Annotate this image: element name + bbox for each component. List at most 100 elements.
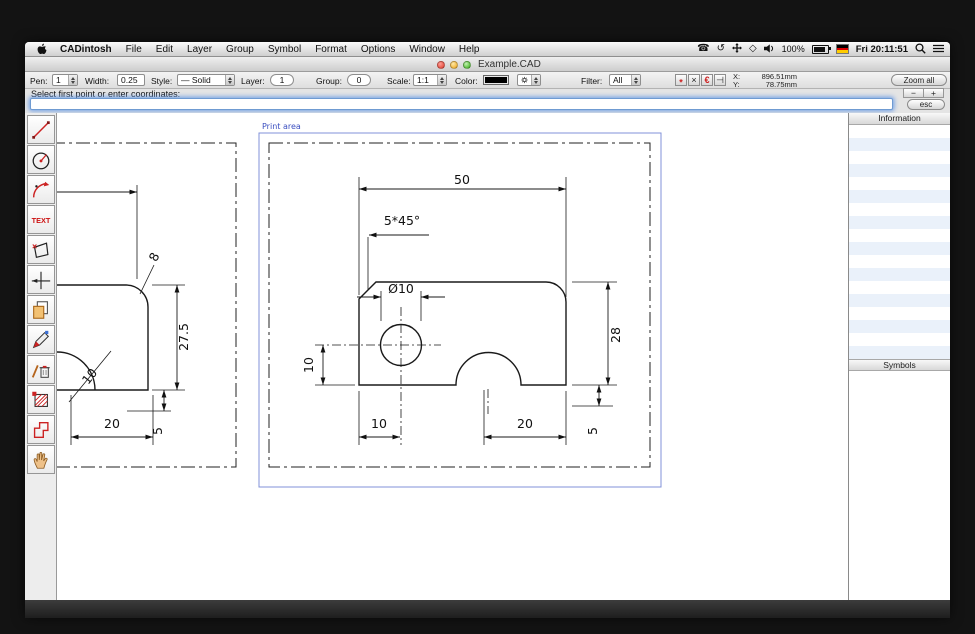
step-shape-icon [30,419,52,441]
text-icon: TEXT [30,209,52,231]
menu-symbol[interactable]: Symbol [261,44,308,55]
minimize-window-button[interactable] [450,61,458,69]
close-window-button[interactable] [437,61,445,69]
zoom-window-button[interactable] [463,61,471,69]
symbols-header[interactable]: Symbols [849,359,950,371]
sync-arrow-icon[interactable]: ↺ [717,44,725,54]
spotlight-icon[interactable] [915,43,926,56]
symbols-list[interactable] [849,371,950,599]
polyline-tool-button[interactable] [27,415,55,444]
dim-label-hole-y: 10 [301,357,316,373]
sheet-border-right [269,143,650,467]
line-icon [30,119,52,141]
dim-label-chamfer: 5*45° [384,213,420,228]
left-drawing: 8 27.5 10 20 5 [57,185,191,445]
line-tool-button[interactable] [27,115,55,144]
width-value: 0.25 [121,75,138,85]
circle-tool-button[interactable] [27,145,55,174]
copy-tool-button[interactable] [27,295,55,324]
desktop [25,600,950,618]
menu-format[interactable]: Format [308,44,354,55]
information-header[interactable]: Information [849,113,950,125]
cad-drawing: Print area 8 27.5 10 [57,113,849,600]
layer-field[interactable]: 1 [270,74,294,86]
dim-label-width: 20 [104,416,120,431]
dim-label-hole-x: 10 [371,416,387,431]
menu-file[interactable]: File [119,44,149,55]
menu-app-name[interactable]: CADintosh [53,44,119,55]
scale-select[interactable]: 1:1 [413,74,447,86]
stepper-arrows-icon [531,75,540,85]
phone-icon[interactable]: ☎ [697,44,709,54]
delete-tool-button[interactable] [27,355,55,384]
group-field[interactable]: 0 [347,74,371,86]
menu-bar-status-items: ☎ ↺ ◇ 100% Fri 20:11:51 [697,43,944,56]
group-value: 0 [357,75,362,85]
workspace: TEXT [25,113,950,600]
svg-text:TEXT: TEXT [32,216,51,225]
zoom-all-button[interactable]: Zoom all [891,74,947,86]
polygon-tool-button[interactable] [27,235,55,264]
cursor-coordinates: X: 896.51mm Y: 78.75mm [733,73,797,89]
settings-select[interactable] [517,74,541,86]
menu-clock[interactable]: Fri 20:11:51 [856,44,908,55]
volume-icon[interactable] [764,44,775,55]
snap-toggle-cross[interactable]: × [688,74,700,86]
move-arrows-icon[interactable] [732,43,742,55]
pan-tool-button[interactable] [27,445,55,474]
style-value: — Solid [178,75,225,85]
trash-icon [30,359,52,381]
information-list[interactable] [849,125,950,359]
apple-icon [37,43,47,55]
battery-icon[interactable] [812,45,829,54]
group-label: Group: [316,76,342,86]
arc-tool-button[interactable] [27,175,55,204]
menu-help[interactable]: Help [452,44,487,55]
polygon-icon [30,239,52,261]
arc-icon [30,179,52,201]
drawing-canvas[interactable]: Print area 8 27.5 10 [56,113,849,600]
pen-select[interactable]: 1 [52,74,78,86]
hand-icon [30,449,52,471]
coord-y-value: 78.75mm [766,81,797,89]
hatch-icon [30,389,52,411]
snap-toggle-perpendicular[interactable]: ⊣ [714,74,726,86]
dim-label-radius: 10 [79,365,101,387]
menu-window[interactable]: Window [402,44,452,55]
pen-edit-tool-button[interactable] [27,325,55,354]
zoom-out-button[interactable]: − [903,88,924,98]
window-title: Example.CAD [478,59,541,70]
copy-icon [30,299,52,321]
coordinate-input[interactable] [30,98,893,110]
stepper-arrows-icon [225,75,234,85]
stepper-arrows-icon [437,75,446,85]
diamond-icon[interactable]: ◇ [749,44,757,54]
text-tool-button[interactable]: TEXT [27,205,55,234]
apple-menu[interactable] [31,43,53,55]
window-title-bar[interactable]: Example.CAD [25,57,950,72]
filter-select[interactable]: All [609,74,641,86]
menu-group[interactable]: Group [219,44,261,55]
scale-value: 1:1 [414,75,437,85]
menu-bar: CADintosh File Edit Layer Group Symbol F… [25,42,950,57]
color-swatch[interactable] [483,75,509,85]
snap-toggle-center[interactable]: € [701,74,713,86]
width-field[interactable]: 0.25 [117,74,145,86]
stepper-arrows-icon [631,75,640,85]
menu-options[interactable]: Options [354,44,402,55]
menu-edit[interactable]: Edit [149,44,180,55]
dim-label-fillet: 8 [146,250,163,264]
width-label: Width: [85,76,109,86]
filter-value: All [610,75,631,85]
hatch-tool-button[interactable] [27,385,55,414]
dimension-tool-button[interactable] [27,265,55,294]
zoom-in-button[interactable]: + [923,88,944,98]
menu-layer[interactable]: Layer [180,44,219,55]
keyboard-layout-flag-icon[interactable] [836,44,849,54]
scale-label: Scale: [387,76,411,86]
style-select[interactable]: — Solid [177,74,235,86]
snap-toggle-star[interactable]: * [675,74,687,86]
drawing-toolbar: Pen: 1 Width: 0.25 Style: — Solid Layer:… [25,72,950,89]
notification-list-icon[interactable] [933,44,944,55]
esc-button[interactable]: esc [907,99,945,110]
